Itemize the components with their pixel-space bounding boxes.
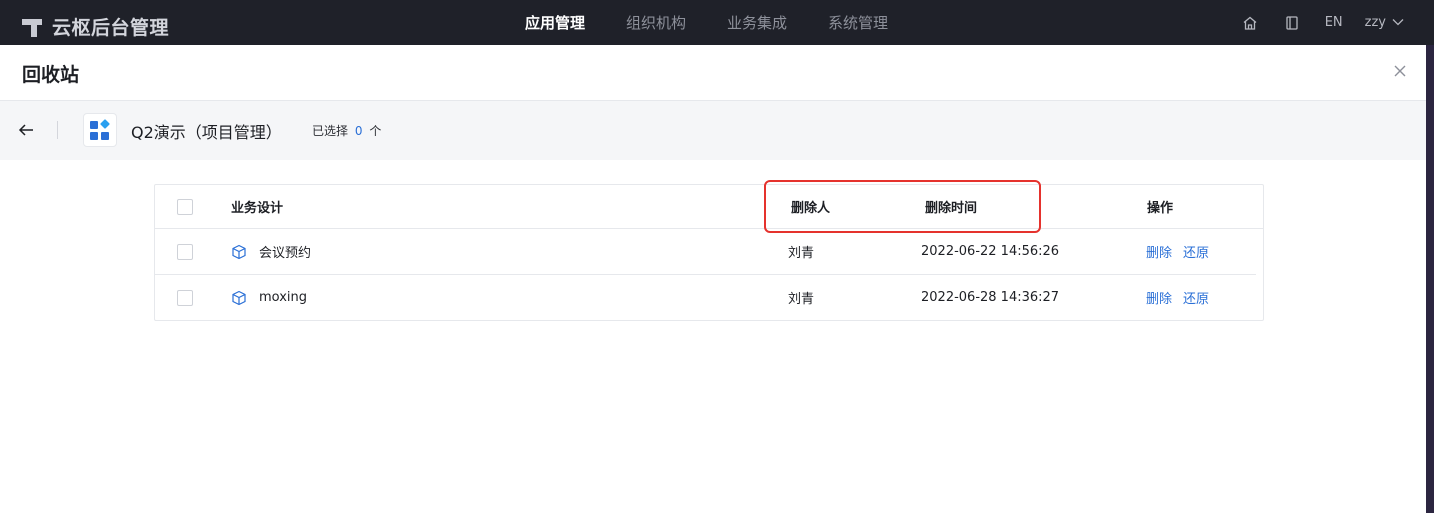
selection-suffix: 个 xyxy=(369,124,382,138)
delete-button[interactable]: 删除 xyxy=(1146,288,1172,307)
app-title: 云枢后台管理 xyxy=(52,17,170,39)
row-deleted-at: 2022-06-28 14:36:27 xyxy=(921,290,1060,305)
recycle-table: 业务设计 删除人 删除时间 操作 会议预约 刘青 2022-06-22 14:5… xyxy=(154,184,1264,321)
main-nav: 应用管理 组织机构 业务集成 系统管理 xyxy=(525,0,929,45)
language-switch[interactable]: EN xyxy=(1325,15,1343,30)
divider xyxy=(57,121,58,139)
selection-count: 0 xyxy=(354,124,363,138)
nav-item-integration[interactable]: 业务集成 xyxy=(727,12,787,33)
page-title: 回收站 xyxy=(22,64,80,86)
nav-item-system[interactable]: 系统管理 xyxy=(828,12,888,33)
nav-item-organization[interactable]: 组织机构 xyxy=(626,12,686,33)
table-header-row: 业务设计 删除人 删除时间 操作 xyxy=(155,185,1263,229)
header-name: 业务设计 xyxy=(231,201,284,216)
cube-icon xyxy=(231,244,247,260)
selection-info: 已选择 0 个 xyxy=(312,122,381,139)
logo-mark-icon xyxy=(22,17,44,37)
restore-button[interactable]: 还原 xyxy=(1183,288,1209,307)
row-deleted-at: 2022-06-22 14:56:26 xyxy=(921,244,1060,259)
app-grid-icon xyxy=(83,113,117,147)
row-deleter: 刘青 xyxy=(788,292,815,307)
row-deleter: 刘青 xyxy=(788,246,815,261)
sub-toolbar: Q2演示（项目管理） 已选择 0 个 xyxy=(0,101,1426,160)
app-name: Q2演示（项目管理） xyxy=(131,123,282,142)
table-row: 会议预约 刘青 2022-06-22 14:56:26 删除 还原 xyxy=(155,229,1256,275)
logo[interactable]: 云枢后台管理 xyxy=(22,13,169,40)
book-icon[interactable] xyxy=(1283,14,1301,32)
row-checkbox[interactable] xyxy=(177,289,193,306)
panel-header: 回收站 xyxy=(0,45,1426,101)
select-all-checkbox[interactable] xyxy=(177,198,193,215)
user-name: zzy xyxy=(1364,15,1386,30)
nav-item-app-management[interactable]: 应用管理 xyxy=(525,12,585,33)
header-actions: 操作 xyxy=(1147,201,1174,216)
arrow-left-icon[interactable] xyxy=(17,121,35,139)
row-name[interactable]: 会议预约 xyxy=(259,242,311,261)
delete-button[interactable]: 删除 xyxy=(1146,242,1172,261)
annotation-highlight-box xyxy=(764,180,1041,233)
close-icon[interactable] xyxy=(1392,63,1408,79)
top-navigation-bar: 云枢后台管理 应用管理 组织机构 业务集成 系统管理 EN zzy xyxy=(0,0,1434,45)
chevron-down-icon xyxy=(1392,15,1404,30)
table-row: moxing 刘青 2022-06-28 14:36:27 删除 还原 xyxy=(155,275,1256,321)
top-right-tools: EN zzy xyxy=(1217,0,1404,45)
row-name[interactable]: moxing xyxy=(259,290,307,305)
row-checkbox[interactable] xyxy=(177,243,193,260)
home-icon[interactable] xyxy=(1241,14,1259,32)
user-menu[interactable]: zzy xyxy=(1365,15,1404,30)
restore-button[interactable]: 还原 xyxy=(1183,242,1209,261)
selection-prefix: 已选择 xyxy=(312,124,349,138)
cube-icon xyxy=(231,290,247,306)
